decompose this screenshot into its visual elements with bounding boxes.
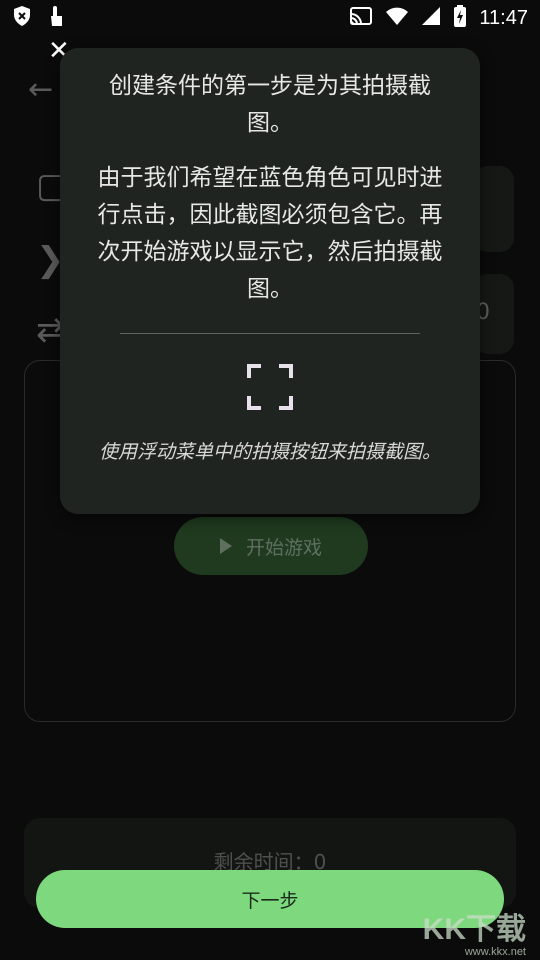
cast-icon [349, 6, 373, 30]
background-card [474, 166, 514, 252]
tooltip-divider [120, 333, 420, 334]
watermark-url: www.kkx.net [464, 946, 526, 958]
shield-icon [12, 5, 32, 31]
tooltip-hint: 使用浮动菜单中的拍摄按钮来拍摄截图。 [98, 441, 441, 463]
tooltip-paragraph-1: 创建条件的第一步是为其拍摄截图。 [109, 73, 431, 136]
signal-icon [421, 6, 441, 30]
battery-charging-icon [453, 5, 467, 31]
touch-icon [46, 4, 66, 32]
start-game-label: 开始游戏 [245, 536, 322, 559]
wifi-icon [385, 6, 409, 30]
watermark-logo: KK下载 www.kkx.net [423, 904, 526, 958]
next-step-label: 下一步 [241, 889, 299, 912]
play-icon [219, 538, 232, 554]
watermark-text: KK下载 [422, 913, 526, 946]
tooltip-paragraph-2: 由于我们希望在蓝色角色可见时进行点击，因此截图必须包含它。再次开始游戏以显示它，… [97, 165, 443, 302]
back-arrow-icon: ← [28, 72, 54, 107]
status-bar: 11:47 [0, 0, 540, 36]
screenshot-frame-icon [247, 364, 293, 410]
status-time: 11:47 [479, 6, 528, 29]
start-game-button[interactable]: 开始游戏 [174, 517, 368, 575]
tutorial-tooltip: 创建条件的第一步是为其拍摄截图。 由于我们希望在蓝色角色可见时进行点击，因此截图… [60, 48, 480, 514]
